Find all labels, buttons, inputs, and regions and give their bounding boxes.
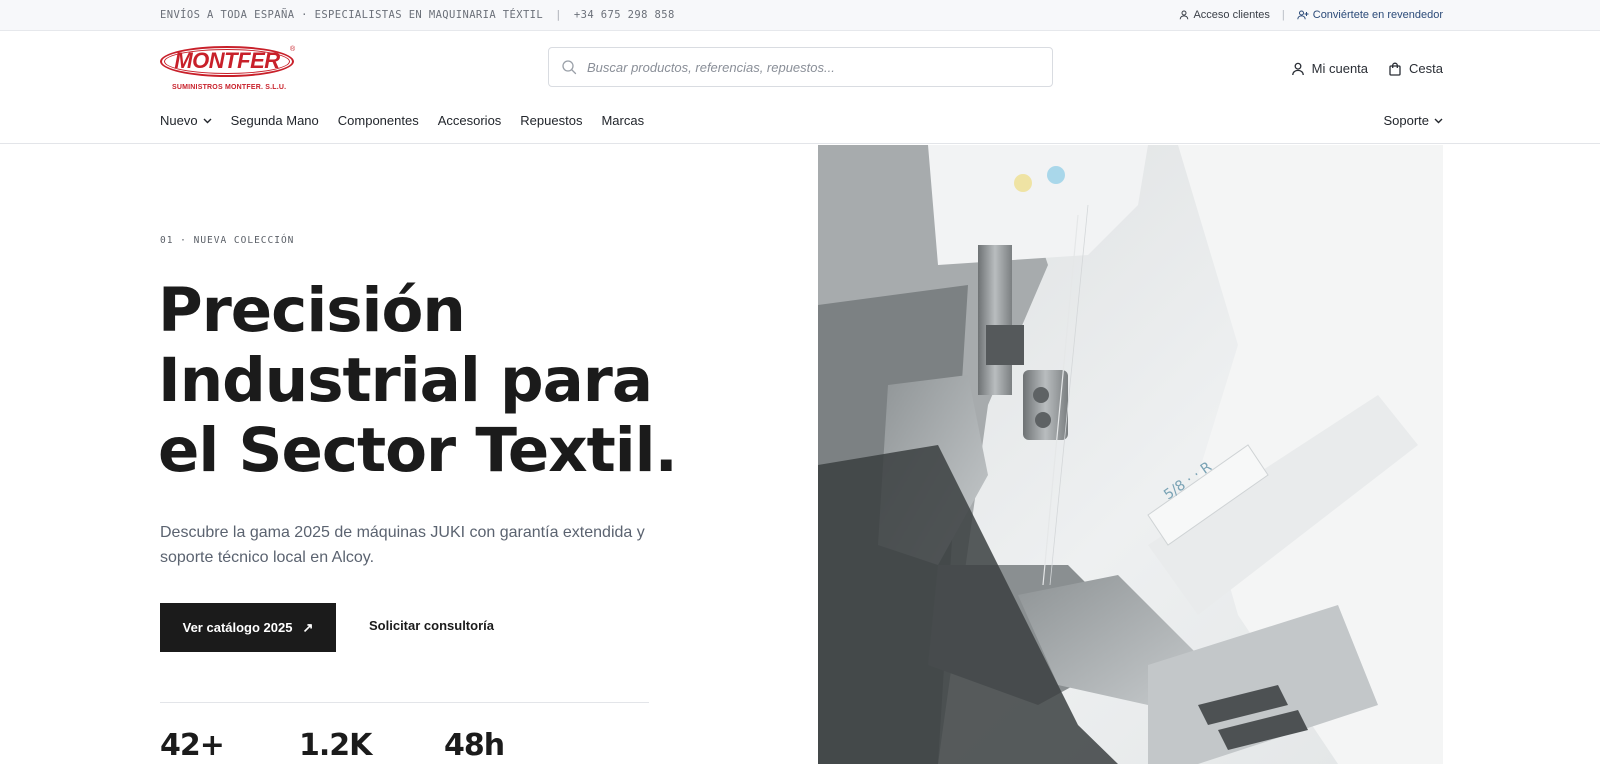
shipping-tagline: ENVÍOS A TODA ESPAÑA · ESPECIALISTAS EN … [160, 9, 544, 21]
sewing-machine-image: 5/8 · · R [818, 145, 1443, 764]
main-nav: Nuevo Segunda Mano Componentes Accesorio… [160, 113, 663, 128]
cart-label: Cesta [1409, 61, 1443, 76]
hero-eyebrow: 01 · NUEVA COLECCIÓN [160, 235, 295, 246]
top-bar: ENVÍOS A TODA ESPAÑA · ESPECIALISTAS EN … [0, 0, 1600, 31]
request-consulting-link[interactable]: Solicitar consultoría [369, 618, 494, 633]
account-area: Mi cuenta Cesta [1291, 61, 1443, 76]
view-catalog-button[interactable]: Ver catálogo 2025 ↗ [160, 603, 336, 652]
nav-item-label: Nuevo [160, 113, 198, 128]
chevron-down-icon [203, 118, 212, 123]
nav-item-repuestos[interactable]: Repuestos [520, 113, 582, 128]
chevron-down-icon [1434, 118, 1443, 123]
topbar-links: Acceso clientes | Conviértete en revende… [1179, 9, 1443, 21]
nav-item-soporte[interactable]: Soporte [1383, 113, 1443, 128]
user-icon [1180, 10, 1189, 20]
logo-wordmark: MONTFER [174, 48, 280, 73]
cart-link[interactable]: Cesta [1388, 61, 1443, 76]
site-header: MONTFER ® SUMINISTROS MONTFER. S.L.U. Mi… [0, 31, 1600, 144]
topbar-links-separator: | [1281, 9, 1285, 21]
logo-registered-mark: ® [290, 46, 296, 53]
client-access-label: Acceso clientes [1193, 9, 1270, 21]
nav-item-marcas[interactable]: Marcas [601, 113, 644, 128]
hero-headline: Precisión Industrial para el Sector Text… [158, 275, 678, 486]
search-icon [562, 60, 577, 75]
reseller-link[interactable]: Conviértete en revendedor [1297, 9, 1443, 21]
nav-item-label: Marcas [601, 113, 645, 128]
nav-item-accesorios[interactable]: Accesorios [438, 113, 502, 128]
search-input[interactable] [587, 59, 1027, 75]
phone-number[interactable]: +34 675 298 858 [574, 9, 675, 21]
shopping-bag-icon [1389, 62, 1401, 76]
user-plus-icon [1297, 10, 1309, 20]
logo-subtitle: SUMINISTROS MONTFER. S.L.U. [172, 84, 287, 91]
nav-item-label: Accesorios [437, 113, 502, 128]
nav-support-label: Soporte [1383, 113, 1429, 128]
sewing-machine-illustration: 5/8 · · R [818, 145, 1443, 764]
my-account-link[interactable]: Mi cuenta [1291, 61, 1368, 76]
hero-lead: Descubre la gama 2025 de máquinas JUKI c… [160, 524, 645, 566]
my-account-label: Mi cuenta [1311, 61, 1369, 76]
user-icon [1291, 62, 1304, 75]
stats-divider [160, 702, 649, 703]
nav-item-label: Segunda Mano [230, 113, 319, 128]
nav-item-label: Componentes [337, 113, 419, 128]
stat-value: 48h [444, 728, 505, 763]
nav-item-componentes[interactable]: Componentes [338, 113, 419, 128]
stat-value: 42+ [160, 728, 225, 763]
view-catalog-label: Ver catálogo 2025 [182, 620, 293, 635]
nav-item-segunda-mano[interactable]: Segunda Mano [231, 113, 319, 128]
search-bar[interactable] [548, 47, 1053, 87]
arrow-up-right-icon: ↗ [302, 619, 314, 635]
stats-row: 42+ 1.2K 48h [160, 728, 505, 763]
topbar-info: ENVÍOS A TODA ESPAÑA · ESPECIALISTAS EN … [160, 9, 675, 21]
nav-item-nuevo[interactable]: Nuevo [160, 113, 212, 128]
reseller-label: Conviértete en revendedor [1312, 9, 1443, 21]
montfer-logo[interactable]: MONTFER ® SUMINISTROS MONTFER. S.L.U. [160, 46, 296, 96]
nav-item-label: Repuestos [520, 113, 583, 128]
topbar-separator: | [555, 9, 562, 21]
stat-value: 1.2K [299, 728, 372, 763]
client-access-link[interactable]: Acceso clientes [1179, 9, 1270, 21]
